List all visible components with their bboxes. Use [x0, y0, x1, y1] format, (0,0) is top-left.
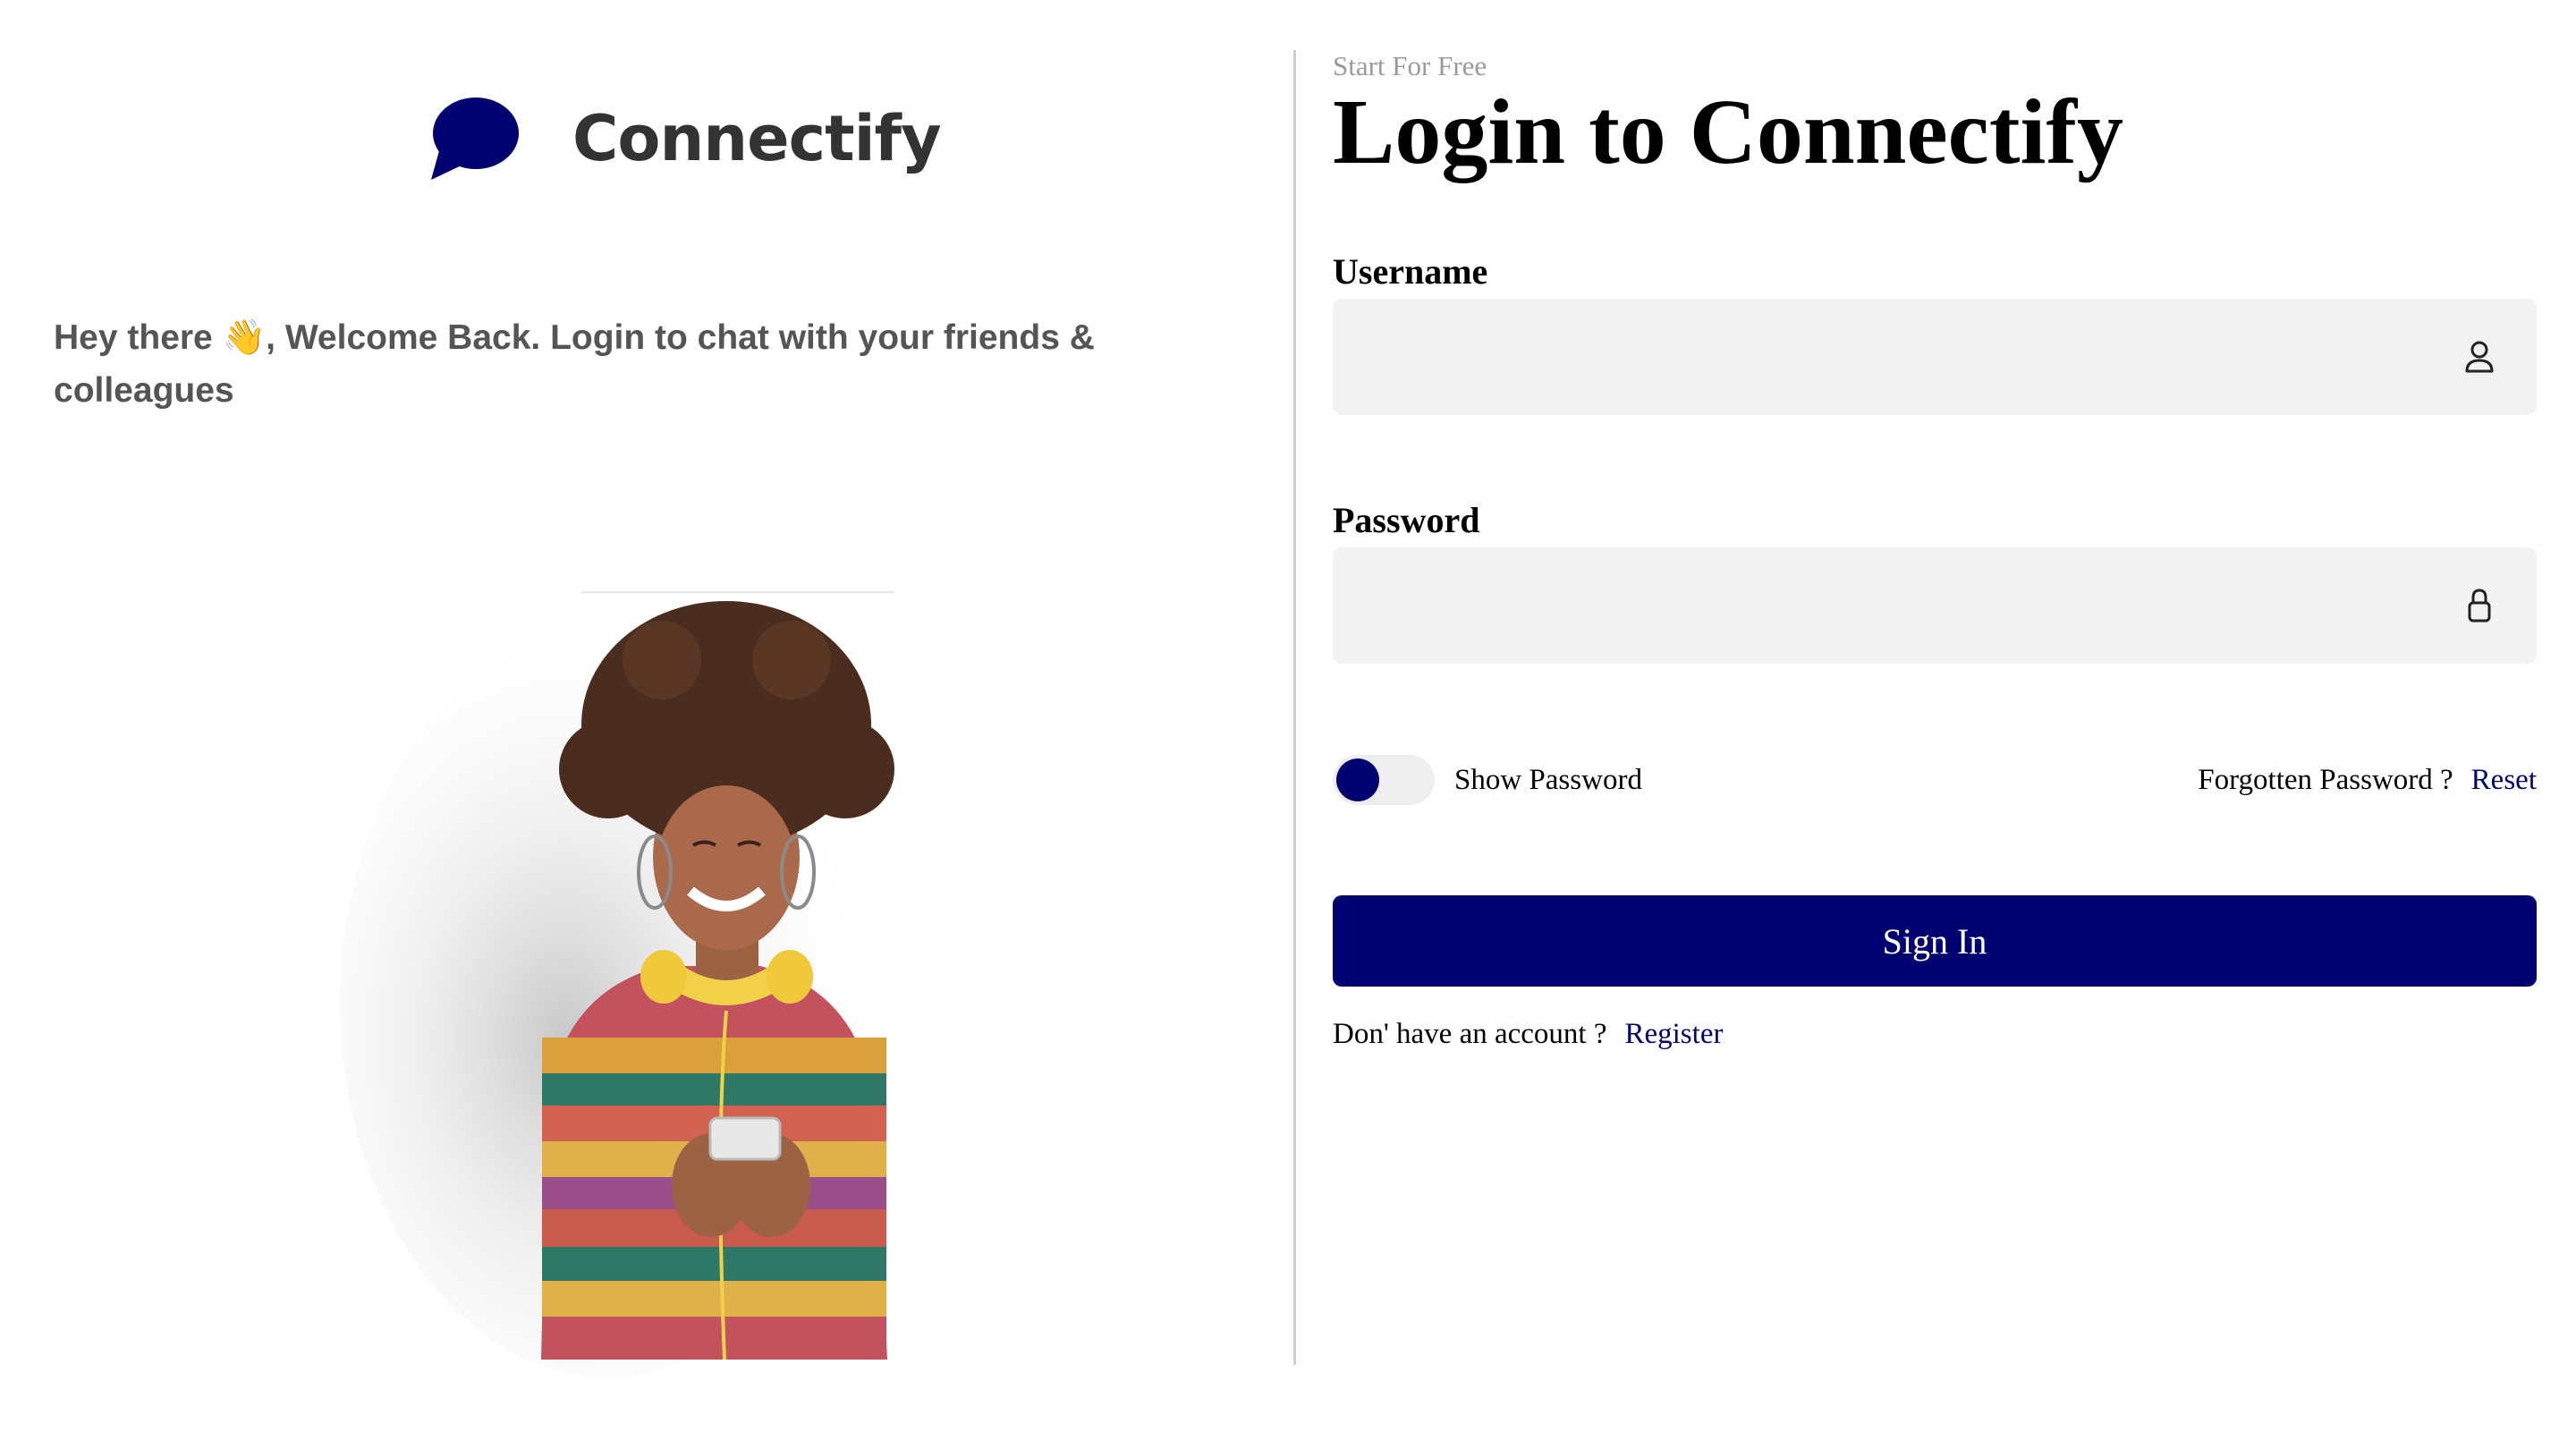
page-title: Login to Connectify	[1333, 80, 2123, 183]
forgot-password-text: Forgotten Password ?	[2198, 763, 2453, 796]
hero-illustration	[340, 572, 984, 1377]
register-row: Don' have an account ? Register	[1333, 1018, 1723, 1051]
eyebrow-text: Start For Free	[1333, 50, 1487, 81]
password-label: Password	[1333, 500, 1480, 540]
reset-password-link[interactable]: Reset	[2471, 764, 2537, 797]
login-options-row: Show Password Forgotten Password ? Reset	[1333, 751, 2537, 809]
password-field-wrapper	[1333, 547, 2537, 664]
lock-icon	[2454, 580, 2504, 631]
toggle-knob	[1336, 758, 1379, 801]
brand-panel: Connectify Hey there 👋, Welcome Back. Lo…	[0, 0, 1293, 1449]
login-panel: Start For Free Login to Connectify Usern…	[1333, 0, 2537, 1449]
woman-with-phone-illustration	[340, 591, 894, 1377]
show-password-toggle[interactable]	[1333, 755, 1435, 805]
brand-header: Connectify	[428, 89, 942, 188]
chat-bubble-icon	[431, 97, 519, 180]
register-prompt: Don' have an account ?	[1333, 1018, 1607, 1050]
welcome-message: Hey there 👋, Welcome Back. Login to chat…	[54, 318, 1095, 410]
show-password-label: Show Password	[1454, 763, 1642, 796]
username-label: Username	[1333, 251, 1488, 292]
brand-name: Connectify	[572, 102, 942, 175]
sign-in-button[interactable]: Sign In	[1333, 895, 2537, 987]
password-input[interactable]	[1333, 547, 2454, 664]
username-input[interactable]	[1333, 299, 2454, 415]
panel-divider	[1293, 50, 1296, 1365]
register-link[interactable]: Register	[1624, 1018, 1723, 1051]
username-field-wrapper	[1333, 299, 2537, 415]
user-icon	[2454, 332, 2504, 382]
